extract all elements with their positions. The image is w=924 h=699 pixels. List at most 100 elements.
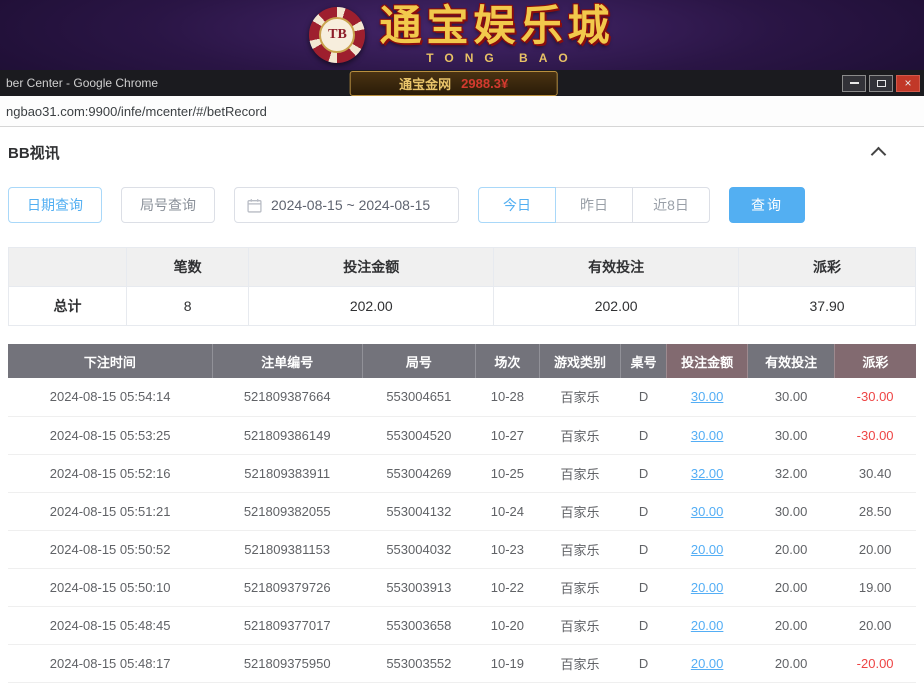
table-id: D xyxy=(621,492,666,530)
round-id: 553003913 xyxy=(362,568,476,606)
table-row: 2024-08-15 05:51:21521809382055553004132… xyxy=(8,492,916,530)
payout: 20.00 xyxy=(834,606,916,644)
round-id: 553004032 xyxy=(362,530,476,568)
bet-time: 2024-08-15 05:48:17 xyxy=(8,644,212,682)
session: 10-25 xyxy=(476,454,540,492)
bet-time: 2024-08-15 05:54:14 xyxy=(8,378,212,416)
balance-box: 通宝金网 2988.3¥ xyxy=(350,71,558,96)
yesterday-button[interactable]: 昨日 xyxy=(555,187,633,223)
bet-time: 2024-08-15 05:50:10 xyxy=(8,568,212,606)
close-button[interactable]: × xyxy=(896,75,920,92)
summary-header-bet-amount: 投注金额 xyxy=(249,248,494,287)
query-toolbar: 日期查询 局号查询 2024-08-15 ~ 2024-08-15 今日 昨日 … xyxy=(8,187,916,223)
today-button[interactable]: 今日 xyxy=(478,187,556,223)
summary-header-valid-bet: 有效投注 xyxy=(494,248,739,287)
session: 10-23 xyxy=(476,530,540,568)
bet-id: 521809381153 xyxy=(212,530,362,568)
header-payout: 派彩 xyxy=(834,344,916,378)
bet-amount: 20.00 xyxy=(666,644,748,682)
bet-time: 2024-08-15 05:50:52 xyxy=(8,530,212,568)
payout: -20.00 xyxy=(834,644,916,682)
summary-total-payout: 37.90 xyxy=(739,287,916,326)
table-id: D xyxy=(621,530,666,568)
payout: -30.00 xyxy=(834,416,916,454)
chevron-up-icon[interactable] xyxy=(868,141,890,163)
table-row: 2024-08-15 05:48:17521809375950553003552… xyxy=(8,644,916,682)
chrome-address-bar: ngbao31.com:9900/infe/mcenter/#/betRecor… xyxy=(0,96,924,127)
bet-id: 521809379726 xyxy=(212,568,362,606)
session: 10-27 xyxy=(476,416,540,454)
bet-amount-link[interactable]: 20.00 xyxy=(691,542,724,557)
summary-total-count: 8 xyxy=(126,287,248,326)
section-header: BB视讯 xyxy=(8,137,916,167)
bet-record-table: 下注时间 注单编号 局号 场次 游戏类别 桌号 投注金额 有效投注 派彩 202… xyxy=(8,344,916,683)
bet-amount: 30.00 xyxy=(666,378,748,416)
session: 10-28 xyxy=(476,378,540,416)
header-valid-bet: 有效投注 xyxy=(748,344,834,378)
game-type: 百家乐 xyxy=(539,416,621,454)
bet-amount-link[interactable]: 30.00 xyxy=(691,428,724,443)
summary-total-label: 总计 xyxy=(9,287,127,326)
window-title: ber Center - Google Chrome xyxy=(6,76,158,90)
round-id: 553003552 xyxy=(362,644,476,682)
session: 10-20 xyxy=(476,606,540,644)
payout: 20.00 xyxy=(834,530,916,568)
game-type: 百家乐 xyxy=(539,454,621,492)
header-bet-amount: 投注金额 xyxy=(666,344,748,378)
top-area: TB 通宝娱乐城 TONG BAO 通宝金网 2988.3¥ ber Cente… xyxy=(0,0,924,127)
tb-chip-logo-icon: TB xyxy=(309,7,365,63)
table-id: D xyxy=(621,378,666,416)
round-query-button[interactable]: 局号查询 xyxy=(121,187,215,223)
date-range-input[interactable]: 2024-08-15 ~ 2024-08-15 xyxy=(234,187,459,223)
bet-amount: 30.00 xyxy=(666,492,748,530)
summary-header-payout: 派彩 xyxy=(739,248,916,287)
bet-amount: 32.00 xyxy=(666,454,748,492)
summary-header-row: 笔数 投注金额 有效投注 派彩 xyxy=(9,248,916,287)
date-query-button[interactable]: 日期查询 xyxy=(8,187,102,223)
session: 10-24 xyxy=(476,492,540,530)
bet-id: 521809382055 xyxy=(212,492,362,530)
game-type: 百家乐 xyxy=(539,568,621,606)
valid-bet: 20.00 xyxy=(748,606,834,644)
bet-amount-link[interactable]: 30.00 xyxy=(691,504,724,519)
bet-amount-link[interactable]: 32.00 xyxy=(691,466,724,481)
summary-total-valid-bet: 202.00 xyxy=(494,287,739,326)
valid-bet: 30.00 xyxy=(748,492,834,530)
valid-bet: 20.00 xyxy=(748,530,834,568)
calendar-icon xyxy=(247,198,262,213)
bet-amount: 20.00 xyxy=(666,568,748,606)
site-title: 通宝娱乐城 xyxy=(379,6,614,48)
last-8-days-button[interactable]: 近8日 xyxy=(632,187,710,223)
site-subtitle: TONG BAO xyxy=(379,51,614,65)
game-type: 百家乐 xyxy=(539,644,621,682)
table-id: D xyxy=(621,644,666,682)
bet-table-header-row: 下注时间 注单编号 局号 场次 游戏类别 桌号 投注金额 有效投注 派彩 xyxy=(8,344,916,378)
valid-bet: 30.00 xyxy=(748,378,834,416)
bet-amount-link[interactable]: 20.00 xyxy=(691,618,724,633)
table-row: 2024-08-15 05:48:45521809377017553003658… xyxy=(8,606,916,644)
table-id: D xyxy=(621,454,666,492)
minimize-icon xyxy=(850,82,859,84)
bet-time: 2024-08-15 05:53:25 xyxy=(8,416,212,454)
table-id: D xyxy=(621,416,666,454)
bet-amount-link[interactable]: 20.00 xyxy=(691,580,724,595)
summary-total-row: 总计 8 202.00 202.00 37.90 xyxy=(9,287,916,326)
table-row: 2024-08-15 05:50:10521809379726553003913… xyxy=(8,568,916,606)
window-controls: × xyxy=(842,75,920,92)
minimize-button[interactable] xyxy=(842,75,866,92)
game-type: 百家乐 xyxy=(539,378,621,416)
bet-amount: 30.00 xyxy=(666,416,748,454)
bet-amount-link[interactable]: 20.00 xyxy=(691,656,724,671)
table-row: 2024-08-15 05:50:52521809381153553004032… xyxy=(8,530,916,568)
round-id: 553004132 xyxy=(362,492,476,530)
page-url: ngbao31.com:9900/infe/mcenter/#/betRecor… xyxy=(6,104,267,119)
bet-table-body: 2024-08-15 05:54:14521809387664553004651… xyxy=(8,378,916,682)
header-session: 场次 xyxy=(476,344,540,378)
tb-chip-label: TB xyxy=(319,17,355,53)
search-button[interactable]: 查询 xyxy=(729,187,805,223)
maximize-button[interactable] xyxy=(869,75,893,92)
session: 10-22 xyxy=(476,568,540,606)
bet-amount: 20.00 xyxy=(666,530,748,568)
bet-amount-link[interactable]: 30.00 xyxy=(691,389,724,404)
session: 10-19 xyxy=(476,644,540,682)
